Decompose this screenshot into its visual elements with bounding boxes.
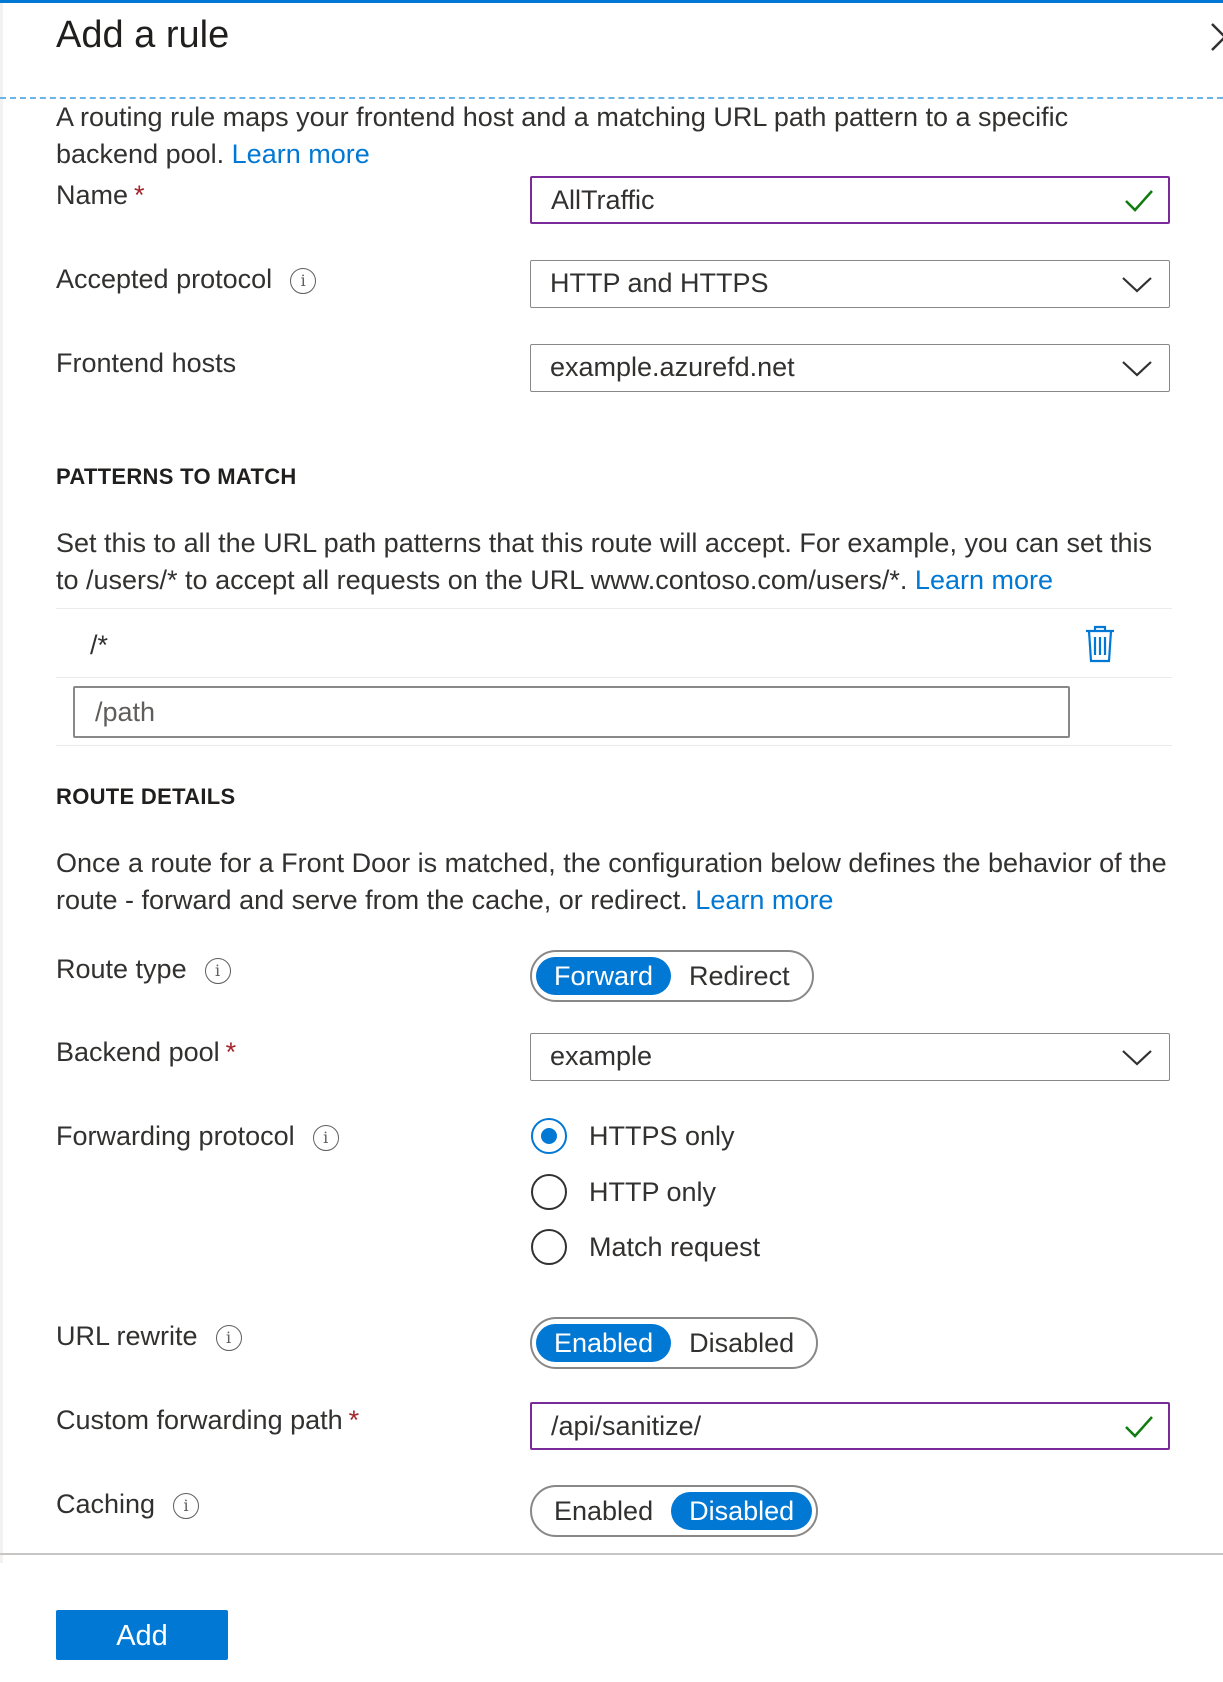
frontend-hosts-value: example.azurefd.net: [550, 352, 795, 382]
backend-pool-label: Backend pool *: [56, 1037, 236, 1068]
radio-label: HTTPS only: [589, 1120, 735, 1151]
accepted-protocol-value: HTTP and HTTPS: [550, 268, 769, 298]
caching-label: Caching i: [56, 1489, 200, 1520]
route-details-heading: ROUTE DETAILS: [56, 784, 236, 809]
url-rewrite-label: URL rewrite i: [56, 1321, 242, 1352]
checkmark-icon: [1125, 1416, 1153, 1438]
custom-forwarding-path-label: Custom forwarding path *: [56, 1405, 359, 1436]
forwarding-https-only[interactable]: HTTPS only: [531, 1118, 735, 1154]
caching-toggle[interactable]: Enabled Disabled: [530, 1485, 819, 1537]
name-field[interactable]: AllTraffic: [530, 176, 1170, 224]
frontend-hosts-label: Frontend hosts: [56, 348, 237, 378]
left-edge: [0, 3, 3, 1563]
radio-selected-icon: [531, 1118, 567, 1154]
name-label-text: Name: [56, 180, 129, 210]
pattern-row-divider: [56, 608, 1172, 609]
info-icon[interactable]: i: [290, 268, 317, 294]
checkmark-icon: [1125, 190, 1153, 212]
intro-description: A routing rule maps your frontend host a…: [56, 102, 1069, 169]
info-icon[interactable]: i: [215, 1325, 242, 1351]
caching-disabled[interactable]: Disabled: [671, 1492, 813, 1530]
backend-pool-dropdown[interactable]: example: [530, 1033, 1170, 1081]
name-label: Name *: [56, 180, 145, 211]
required-marker: *: [225, 1037, 237, 1067]
forwarding-protocol-label: Forwarding protocol i: [56, 1121, 339, 1152]
custom-forwarding-path-field[interactable]: /api/sanitize/: [530, 1402, 1170, 1450]
pattern-path-input[interactable]: /path: [73, 686, 1070, 738]
route-description-block: Once a route for a Front Door is matched…: [56, 845, 1181, 919]
patterns-learn-more-link[interactable]: Learn more: [915, 565, 1053, 595]
url-rewrite-enabled[interactable]: Enabled: [536, 1324, 672, 1362]
patterns-description-block: Set this to all the URL path patterns th…: [56, 525, 1171, 599]
accepted-protocol-label: Accepted protocol i: [56, 264, 317, 295]
caching-label-text: Caching: [56, 1489, 156, 1519]
required-marker: *: [348, 1405, 360, 1435]
add-button[interactable]: Add: [56, 1610, 228, 1660]
route-type-redirect[interactable]: Redirect: [671, 957, 808, 995]
chevron-down-icon: [1122, 361, 1152, 377]
chevron-down-icon: [1122, 277, 1152, 293]
info-icon[interactable]: i: [312, 1125, 339, 1151]
backend-pool-label-text: Backend pool: [56, 1037, 220, 1067]
pattern-row-divider: [56, 677, 1172, 678]
custom-forwarding-path-value: /api/sanitize/: [551, 1411, 702, 1441]
patterns-heading: PATTERNS TO MATCH: [56, 464, 297, 489]
close-icon[interactable]: [1208, 18, 1223, 58]
frontend-hosts-dropdown[interactable]: example.azurefd.net: [530, 344, 1170, 392]
required-marker: *: [134, 180, 145, 210]
trash-icon[interactable]: [1084, 625, 1116, 663]
url-rewrite-disabled[interactable]: Disabled: [671, 1324, 812, 1362]
caching-enabled[interactable]: Enabled: [536, 1492, 671, 1530]
forwarding-protocol-label-text: Forwarding protocol: [56, 1121, 295, 1151]
radio-label: Match request: [589, 1231, 761, 1262]
accepted-protocol-dropdown[interactable]: HTTP and HTTPS: [530, 260, 1170, 308]
route-description: Once a route for a Front Door is matched…: [56, 848, 1167, 915]
info-icon[interactable]: i: [204, 958, 231, 984]
pattern-row-divider: [56, 745, 1172, 746]
panel-title: Add a rule: [56, 14, 230, 56]
top-accent-line: [0, 0, 1223, 3]
pattern-item: /*: [90, 630, 109, 660]
route-learn-more-link[interactable]: Learn more: [695, 885, 833, 915]
backend-pool-value: example: [550, 1041, 653, 1071]
forwarding-match-request[interactable]: Match request: [531, 1229, 760, 1265]
accepted-protocol-label-text: Accepted protocol: [56, 264, 273, 294]
radio-unselected-icon: [531, 1174, 567, 1210]
chevron-down-icon: [1122, 1050, 1152, 1066]
url-rewrite-label-text: URL rewrite: [56, 1321, 198, 1351]
intro-learn-more-link[interactable]: Learn more: [232, 139, 370, 169]
footer-divider: [0, 1553, 1223, 1555]
info-icon[interactable]: i: [173, 1493, 200, 1519]
custom-forwarding-path-label-text: Custom forwarding path: [56, 1405, 343, 1435]
route-type-label: Route type i: [56, 954, 231, 985]
forwarding-http-only[interactable]: HTTP only: [531, 1174, 716, 1210]
route-type-label-text: Route type: [56, 954, 187, 984]
route-type-forward[interactable]: Forward: [536, 957, 672, 995]
route-type-toggle[interactable]: Forward Redirect: [530, 950, 814, 1002]
intro-text: A routing rule maps your frontend host a…: [56, 99, 1166, 173]
radio-unselected-icon: [531, 1229, 567, 1265]
url-rewrite-toggle[interactable]: Enabled Disabled: [530, 1317, 819, 1369]
radio-label: HTTP only: [589, 1176, 717, 1207]
name-field-value: AllTraffic: [551, 185, 655, 215]
